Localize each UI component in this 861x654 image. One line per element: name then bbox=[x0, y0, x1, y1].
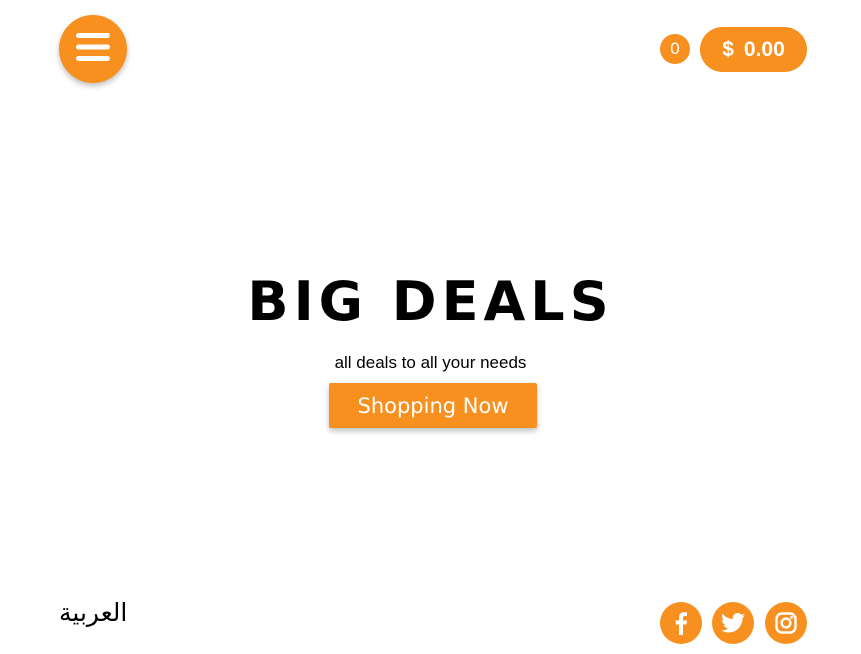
hamburger-icon bbox=[76, 32, 110, 66]
cart-total-value: 0.00 bbox=[743, 37, 785, 61]
cart-total-button[interactable]: $ 0.00 bbox=[700, 27, 807, 72]
page: 0 $ 0.00 BIG DEALS all deals to all your… bbox=[0, 0, 861, 654]
twitter-icon bbox=[721, 613, 745, 633]
language-switch-link[interactable]: العربية bbox=[59, 598, 127, 627]
menu-button[interactable] bbox=[59, 15, 127, 83]
facebook-icon bbox=[674, 611, 688, 635]
instagram-icon bbox=[775, 612, 797, 634]
twitter-link[interactable] bbox=[712, 602, 754, 644]
hero-title: BIG DEALS bbox=[247, 270, 614, 333]
hero-subtitle: all deals to all your needs bbox=[334, 353, 527, 372]
instagram-link[interactable] bbox=[765, 602, 807, 644]
cart-currency: $ bbox=[722, 37, 734, 61]
facebook-link[interactable] bbox=[660, 602, 702, 644]
shopping-now-button[interactable]: Shopping Now bbox=[329, 383, 537, 428]
cart-count-badge[interactable]: 0 bbox=[660, 34, 690, 64]
